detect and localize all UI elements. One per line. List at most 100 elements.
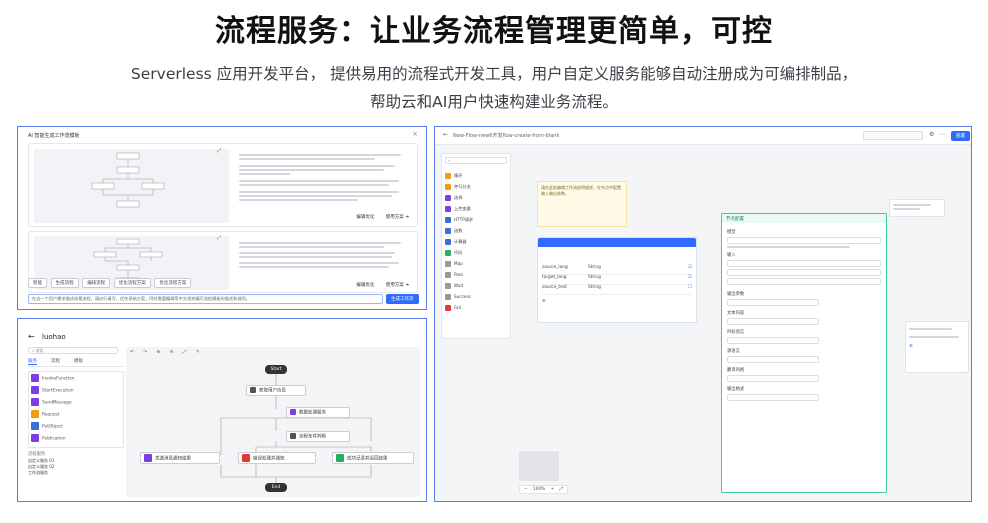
- input-row[interactable]: [727, 278, 881, 285]
- search-icon: ⌕: [448, 158, 451, 163]
- palette-item[interactable]: Wait: [445, 280, 507, 291]
- page-subtitle: Serverless 应用开发平台， 提供易用的流程式开发工具，用户自定义服务能…: [0, 60, 988, 116]
- expand-icon[interactable]: ⤢: [217, 235, 221, 241]
- palette-item[interactable]: 代码: [445, 247, 507, 258]
- palette-label: HTTP请求: [454, 216, 474, 222]
- node-error[interactable]: 错误处理并通知: [238, 452, 316, 464]
- palette-item[interactable]: 函数: [445, 225, 507, 236]
- palette-item[interactable]: Success: [445, 291, 507, 302]
- palette-item[interactable]: 计算器: [445, 236, 507, 247]
- side-node-card[interactable]: [889, 199, 945, 217]
- publish-icon: [31, 434, 39, 442]
- node-data-process[interactable]: 数据处理服务: [286, 407, 350, 418]
- edit-optimize-link-1[interactable]: 编辑优化: [356, 215, 374, 220]
- expand-icon[interactable]: ⤢: [217, 148, 221, 154]
- ai-card-2-actions: 编辑优化 使用方案 ➔: [356, 282, 409, 288]
- input-node-card[interactable]: source_lang String ☑ target_lang String ☑ so…: [537, 237, 697, 323]
- fit-view-icon[interactable]: ⤢: [560, 487, 563, 492]
- service-label: Publication: [42, 436, 66, 442]
- palette-node-icon: [445, 238, 451, 245]
- palette-label: Success: [454, 294, 471, 299]
- palette-label: 选择: [454, 194, 463, 200]
- tab-flows[interactable]: 流程: [51, 358, 60, 365]
- back-arrow-icon[interactable]: ←: [28, 332, 35, 341]
- page-title: 流程服务：让业务流程管理更简单，可控: [215, 14, 773, 49]
- use-plan-link-2[interactable]: 使用方案 ➔: [386, 283, 409, 288]
- chip-4[interactable]: 优化流程方案: [154, 278, 192, 288]
- config-header: 节点配置: [722, 214, 886, 223]
- palette-item[interactable]: 选择: [445, 192, 507, 203]
- node-send-message[interactable]: 发送消息通知结果: [140, 452, 220, 464]
- palette-label: 函数: [454, 227, 463, 233]
- service-item[interactable]: StartExecution: [31, 386, 121, 397]
- zoom-level: 100%: [532, 487, 546, 492]
- chip-3[interactable]: 优化流程方案: [113, 278, 151, 288]
- checkbox-icon[interactable]: ☐: [688, 285, 692, 294]
- checkbox-icon[interactable]: ☑: [688, 265, 692, 274]
- output-field[interactable]: [727, 299, 820, 306]
- chip-2[interactable]: 编排流程: [82, 278, 111, 288]
- input-row[interactable]: [727, 269, 881, 276]
- generate-workflow-button[interactable]: 生成工作流: [386, 294, 419, 304]
- service-item[interactable]: PutObject: [31, 422, 121, 433]
- source-lang-field[interactable]: [727, 356, 820, 363]
- more-icon[interactable]: ⋯: [939, 131, 945, 138]
- zoom-out-icon[interactable]: −: [524, 487, 528, 492]
- palette-node-icon: [445, 249, 451, 256]
- param-name: source_text: [542, 285, 567, 290]
- palette-label: Fail: [454, 305, 461, 310]
- palette-item[interactable]: Map: [445, 258, 507, 269]
- checkbox-icon[interactable]: ☑: [688, 275, 692, 284]
- palette-item[interactable]: 并行分支: [445, 181, 507, 192]
- input-row[interactable]: [727, 260, 881, 267]
- palette-list: 循环 并行分支选择上传变量 HTTP请求 函数计算器 代码 Map Pass Wait Succ…: [445, 170, 507, 313]
- add-param-link[interactable]: ⊕: [909, 344, 965, 349]
- ai-chip-row: 智能 生成流程 编排流程 优化流程方案 优化流程方案: [28, 278, 193, 288]
- side-output-card[interactable]: ⊕: [905, 321, 969, 373]
- text-field[interactable]: [727, 318, 820, 325]
- deploy-button[interactable]: 部署: [951, 131, 970, 141]
- service-item[interactable]: Publication: [31, 434, 121, 445]
- close-icon[interactable]: ×: [412, 130, 418, 138]
- node-condition[interactable]: 流程条件判断: [286, 431, 350, 442]
- chip-1[interactable]: 生成流程: [50, 278, 79, 288]
- edit-optimize-link-2[interactable]: 编辑优化: [356, 283, 374, 288]
- param-type: String: [588, 285, 601, 290]
- extra-item[interactable]: 工作流服务: [28, 470, 124, 476]
- palette-item[interactable]: 上传变量: [445, 203, 507, 214]
- tab-services[interactable]: 服务: [28, 358, 37, 365]
- node-end[interactable]: End: [265, 483, 287, 492]
- config-section-label: 翻译风格: [727, 368, 745, 373]
- chip-0[interactable]: 智能: [28, 278, 47, 288]
- palette-item[interactable]: HTTP请求: [445, 214, 507, 225]
- node-success[interactable]: 成功记录并返回结果: [332, 452, 414, 464]
- subtitle-line-1: Serverless 应用开发平台， 提供易用的流程式开发工具，用户自定义服务能…: [130, 65, 858, 83]
- use-plan-link-1[interactable]: 使用方案 ➔: [386, 215, 409, 220]
- service-item[interactable]: Request: [31, 410, 121, 421]
- palette-item[interactable]: 循环: [445, 170, 507, 181]
- back-arrow-icon[interactable]: ←: [443, 131, 448, 138]
- minimap[interactable]: [519, 451, 559, 481]
- table-row: source_lang String ☑: [542, 265, 692, 275]
- tab-templates[interactable]: 模板: [74, 358, 83, 365]
- builder-search-input[interactable]: [863, 131, 923, 140]
- palette-search-input[interactable]: ⌕: [445, 157, 507, 164]
- palette-item[interactable]: Fail: [445, 302, 507, 313]
- ai-prompt-input[interactable]: 在这一个用户需求描述场景流程，请自行填写，优先采纳方案，同时需要编辑等中文相关编…: [28, 294, 383, 304]
- node-get-user[interactable]: 获取用户信息: [246, 385, 306, 396]
- style-field[interactable]: [727, 375, 820, 382]
- model-select[interactable]: [727, 237, 881, 244]
- node-start[interactable]: Start: [265, 365, 287, 374]
- service-item[interactable]: SendMessage: [31, 398, 121, 409]
- node-palette: ⌕ 循环 并行分支选择上传变量 HTTP请求 函数计算器 代码 Map Pass Wait Su…: [441, 153, 511, 339]
- service-item[interactable]: InvokeFunction: [31, 374, 121, 385]
- settings-icon[interactable]: ⚙: [929, 131, 934, 138]
- add-param-link[interactable]: ⊕: [542, 299, 692, 304]
- sidebar-search-input[interactable]: ⌕ 搜索: [28, 347, 118, 354]
- service-label: SendMessage: [42, 400, 72, 406]
- format-field[interactable]: [727, 394, 820, 401]
- zoom-in-icon[interactable]: +: [551, 487, 555, 492]
- target-lang-field[interactable]: [727, 337, 820, 344]
- palette-item[interactable]: Pass: [445, 269, 507, 280]
- flow-canvas[interactable]: ↶ ↷ ⊕ ⊖ ⤢ ✎ Start 获取用户信息 数据处理服务 流程条件判断 发…: [126, 347, 420, 497]
